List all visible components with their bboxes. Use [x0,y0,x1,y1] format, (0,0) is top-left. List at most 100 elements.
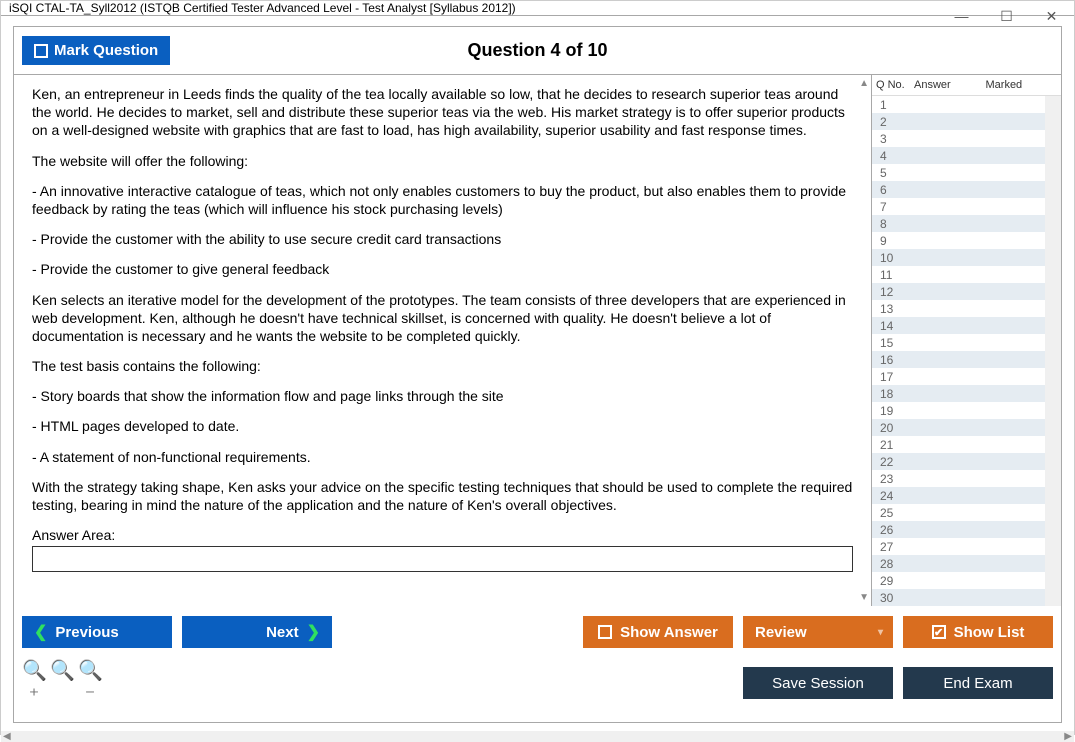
sidebar-row[interactable]: 30 [872,589,1045,606]
sidebar-row-number: 9 [880,234,910,248]
zoom-in-icon[interactable]: 🔍⁺ [22,658,46,708]
sidebar-row[interactable]: 8 [872,215,1045,232]
sidebar-row[interactable]: 10 [872,249,1045,266]
question-panel[interactable]: ▲ Ken, an entrepreneur in Leeds finds th… [14,75,871,606]
sidebar-row[interactable]: 14 [872,317,1045,334]
sidebar-row[interactable]: 28 [872,555,1045,572]
answer-input[interactable] [32,546,853,572]
sidebar-row[interactable]: 3 [872,130,1045,147]
zoom-reset-icon[interactable]: 🔍 [50,658,74,708]
question-text: - HTML pages developed to date. [32,417,853,435]
sidebar-row-number: 10 [880,251,910,265]
scroll-up-icon[interactable]: ▲ [859,77,869,90]
end-exam-label: End Exam [943,675,1012,692]
question-text: - Provide the customer with the ability … [32,230,853,248]
question-text: The test basis contains the following: [32,357,853,375]
sidebar-row-number: 20 [880,421,910,435]
window-title: iSQI CTAL-TA_Syll2012 (ISTQB Certified T… [9,1,516,15]
sidebar-row-number: 21 [880,438,910,452]
sidebar-scrollbar[interactable] [1045,96,1061,606]
question-text: Ken, an entrepreneur in Leeds finds the … [32,85,853,140]
show-list-label: Show List [954,624,1025,641]
sidebar-row-number: 3 [880,132,910,146]
sidebar-row[interactable]: 7 [872,198,1045,215]
sidebar-row-number: 4 [880,149,910,163]
checkbox-icon [598,625,612,639]
review-button[interactable]: Review ▾ [743,616,893,648]
sidebar-row[interactable]: 29 [872,572,1045,589]
sidebar-row[interactable]: 23 [872,470,1045,487]
chevron-right-icon: ❯ [307,622,320,642]
checkbox-checked-icon: ✔ [932,625,946,639]
sidebar-row[interactable]: 17 [872,368,1045,385]
sidebar-row[interactable]: 6 [872,181,1045,198]
question-text: - An innovative interactive catalogue of… [32,182,853,218]
save-session-label: Save Session [772,675,864,692]
next-button[interactable]: Next ❯ [182,616,332,648]
sidebar-row-number: 28 [880,557,910,571]
sidebar-row[interactable]: 2 [872,113,1045,130]
sidebar-row[interactable]: 20 [872,419,1045,436]
titlebar: iSQI CTAL-TA_Syll2012 (ISTQB Certified T… [1,1,1074,16]
question-text: - A statement of non-functional requirem… [32,448,853,466]
sidebar-row-number: 11 [880,268,910,282]
col-header-marked: Marked [986,79,1058,91]
sidebar-row[interactable]: 24 [872,487,1045,504]
sidebar-row[interactable]: 15 [872,334,1045,351]
sidebar-row-number: 1 [880,98,910,112]
save-session-button[interactable]: Save Session [743,667,893,699]
sidebar-row-number: 12 [880,285,910,299]
question-text: The website will offer the following: [32,152,853,170]
sidebar-row[interactable]: 4 [872,147,1045,164]
question-text: - Provide the customer to give general f… [32,260,853,278]
question-text: With the strategy taking shape, Ken asks… [32,478,853,514]
sidebar-row-number: 8 [880,217,910,231]
sidebar-row[interactable]: 13 [872,300,1045,317]
sidebar-row[interactable]: 9 [872,232,1045,249]
sidebar-row-number: 18 [880,387,910,401]
sidebar-row-number: 24 [880,489,910,503]
sidebar-row[interactable]: 1 [872,96,1045,113]
zoom-out-icon[interactable]: 🔍⁻ [78,658,102,708]
chevron-down-icon: ▾ [878,627,883,638]
show-answer-label: Show Answer [620,624,718,641]
show-answer-button[interactable]: Show Answer [583,616,733,648]
header-row: Mark Question Question 4 of 10 [14,27,1061,75]
sidebar-row-number: 26 [880,523,910,537]
sidebar-row[interactable]: 18 [872,385,1045,402]
sidebar-row-number: 30 [880,591,910,605]
col-header-qno: Q No. [876,79,914,91]
sidebar-row[interactable]: 16 [872,351,1045,368]
sidebar-row[interactable]: 11 [872,266,1045,283]
mark-question-button[interactable]: Mark Question [22,36,170,65]
chevron-left-icon: ❮ [34,622,47,642]
sidebar-row[interactable]: 27 [872,538,1045,555]
sidebar-row-number: 6 [880,183,910,197]
checkbox-icon [34,44,48,58]
sidebar-row[interactable]: 22 [872,453,1045,470]
sidebar-row[interactable]: 12 [872,283,1045,300]
sidebar-list[interactable]: 1234567891011121314151617181920212223242… [872,96,1045,606]
question-text: Ken selects an iterative model for the d… [32,291,853,346]
sidebar-row[interactable]: 19 [872,402,1045,419]
horizontal-scrollbar[interactable]: ◀ ▶ [1,731,1074,742]
end-exam-button[interactable]: End Exam [903,667,1053,699]
sidebar-row[interactable]: 26 [872,521,1045,538]
scroll-left-icon[interactable]: ◀ [3,731,11,742]
question-text: - Story boards that show the information… [32,387,853,405]
sidebar-row[interactable]: 5 [872,164,1045,181]
question-counter: Question 4 of 10 [467,40,607,61]
sidebar-row-number: 25 [880,506,910,520]
scroll-right-icon[interactable]: ▶ [1064,731,1072,742]
show-list-button[interactable]: ✔ Show List [903,616,1053,648]
sidebar-row[interactable]: 21 [872,436,1045,453]
sidebar-row-number: 5 [880,166,910,180]
scroll-down-icon[interactable]: ▼ [859,591,869,604]
sidebar-row-number: 7 [880,200,910,214]
previous-button[interactable]: ❮ Previous [22,616,172,648]
sidebar-row-number: 15 [880,336,910,350]
bottom-bar: ❮ Previous Next ❯ Show Answer Review ▾ [14,606,1061,722]
sidebar-row[interactable]: 25 [872,504,1045,521]
sidebar-row-number: 29 [880,574,910,588]
sidebar-row-number: 22 [880,455,910,469]
